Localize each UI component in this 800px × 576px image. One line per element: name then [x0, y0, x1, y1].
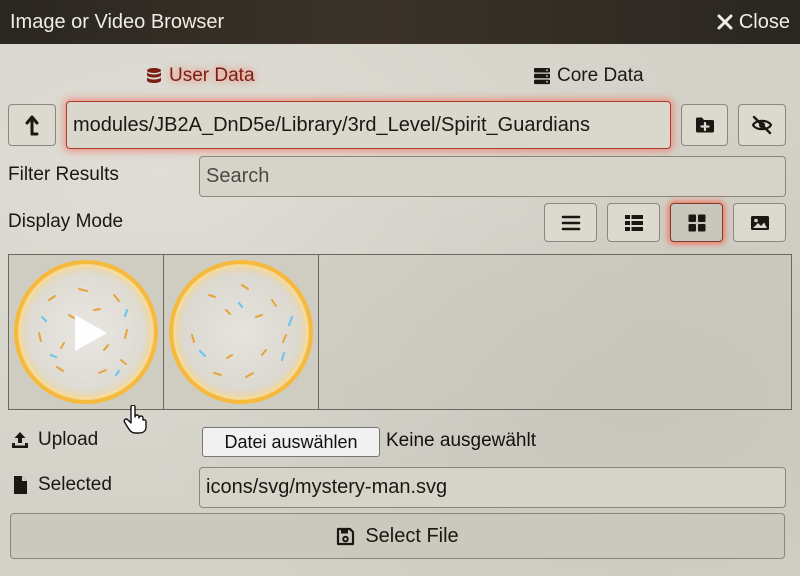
display-thumbs-button[interactable]: [607, 203, 660, 242]
display-images-button[interactable]: [733, 203, 786, 242]
file-icon: [14, 476, 27, 494]
file-status: Keine ausgewählt: [386, 430, 536, 451]
bars-icon: [561, 215, 580, 230]
path-input[interactable]: [66, 101, 671, 149]
result-tile[interactable]: [9, 255, 164, 409]
file-upload-icon: [12, 432, 28, 448]
upload-label-group: Upload: [10, 429, 98, 451]
toggle-privacy-button[interactable]: [738, 104, 786, 146]
parent-folder-button[interactable]: [8, 104, 56, 146]
display-tiles-button[interactable]: [670, 203, 723, 242]
save-icon: [337, 527, 355, 545]
close-label: Close: [738, 10, 790, 33]
spirit-guardians-thumbnail: [169, 260, 313, 404]
times-icon: [717, 14, 733, 30]
select-file-label: Select File: [365, 524, 459, 547]
selected-label-group: Selected: [10, 474, 112, 496]
spirit-guardians-thumbnail: [14, 260, 158, 404]
create-folder-button[interactable]: [681, 104, 728, 146]
hand-pointer-cursor-icon: [123, 405, 147, 434]
window-header[interactable]: Image or Video Browser Close: [0, 0, 800, 44]
result-tile[interactable]: [164, 255, 319, 409]
database-icon: [147, 68, 161, 83]
image-icon: [750, 215, 769, 230]
file-results: [8, 254, 792, 410]
selected-label: Selected: [38, 474, 112, 495]
th-list-icon: [624, 214, 643, 231]
select-file-button[interactable]: Select File: [10, 513, 785, 559]
server-icon: [534, 68, 550, 85]
display-mode-label: Display Mode: [8, 211, 124, 232]
level-up-icon: [25, 115, 39, 136]
choose-file-button[interactable]: Datei auswählen: [202, 427, 380, 457]
th-large-icon: [688, 214, 705, 231]
file-picker-window: Image or Video Browser Close User Data C…: [0, 0, 800, 576]
selected-file-input[interactable]: [199, 467, 786, 508]
filter-label: Filter Results: [8, 164, 119, 185]
tab-core-data[interactable]: Core Data: [533, 60, 644, 92]
tab-user-data[interactable]: User Data: [145, 60, 255, 92]
source-tabs: User Data Core Data: [0, 60, 800, 92]
upload-label: Upload: [38, 429, 99, 450]
eye-slash-icon: [751, 115, 773, 135]
display-list-button[interactable]: [544, 203, 597, 242]
folder-plus-icon: [695, 117, 714, 133]
tab-user-data-label: User Data: [169, 65, 255, 86]
window-title: Image or Video Browser: [10, 10, 225, 33]
close-button[interactable]: Close: [717, 11, 790, 34]
search-input[interactable]: [199, 156, 786, 197]
tab-core-data-label: Core Data: [557, 65, 644, 86]
